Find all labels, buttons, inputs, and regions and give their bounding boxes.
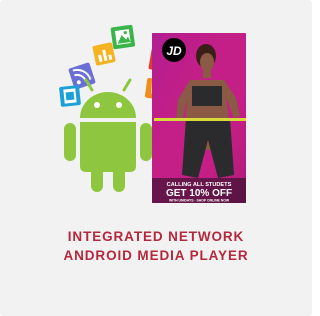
- product-title-line1: INTEGRATED NETWORK: [67, 229, 245, 244]
- poster-offer: GET 10% OFF: [166, 188, 232, 199]
- product-title[interactable]: INTEGRATED NETWORK ANDROID MEDIA PLAYER: [0, 227, 312, 265]
- poster-fine-print: WITH UNIDAYS · SHOP ONLINE NOW: [169, 199, 230, 203]
- rss-icon: [68, 62, 96, 90]
- film-icon: [59, 85, 81, 107]
- product-title-line2: ANDROID MEDIA PLAYER: [63, 248, 249, 263]
- product-illustration: T: [59, 24, 246, 203]
- signage-poster: JD CALLING ALL STUDETS GET 10% OFF WITH …: [152, 33, 246, 203]
- image-icon: [110, 24, 136, 50]
- chart-icon: [92, 42, 116, 66]
- brand-logo: JD: [166, 44, 182, 58]
- product-card[interactable]: T: [0, 0, 312, 316]
